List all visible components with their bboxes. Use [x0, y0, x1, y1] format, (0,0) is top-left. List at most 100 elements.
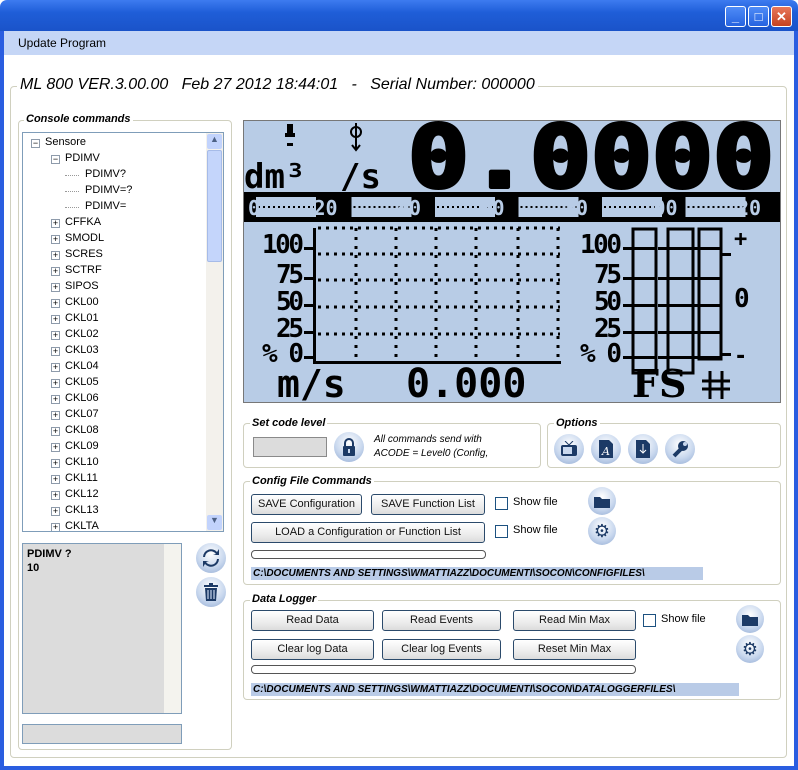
bar-gauge-tick	[658, 331, 693, 334]
expand-icon[interactable]: +	[51, 507, 60, 516]
download-button[interactable]	[628, 434, 658, 464]
log-settings-button[interactable]: ⚙	[736, 635, 764, 663]
expand-icon[interactable]: +	[51, 363, 60, 372]
refresh-button[interactable]	[196, 543, 226, 573]
command-tree[interactable]: ▲ ▼ Sensore − PDIMV − PDIMV? PDIMV=? PDIMV= CFF…	[22, 132, 224, 532]
config-path: C:\DOCUMENTS AND SETTINGS\WMATTIAZZ\DOCU…	[251, 567, 703, 580]
note-line: All commands send with	[374, 434, 482, 445]
save-function-list-button[interactable]: SAVE Function List	[371, 494, 485, 515]
graph-tick	[304, 277, 314, 280]
tree-item[interactable]: CKLTA	[65, 520, 99, 531]
tree-item[interactable]: CKL11	[65, 472, 98, 484]
read-data-button[interactable]: Read Data	[251, 610, 374, 631]
tree-item[interactable]: CKL01	[65, 312, 99, 324]
expand-icon[interactable]: +	[51, 251, 60, 260]
tree-item[interactable]: PDIMV=	[85, 200, 126, 212]
load-configuration-button[interactable]: LOAD a Configuration or Function List	[251, 522, 485, 543]
tree-item[interactable]: CKL08	[65, 424, 99, 436]
open-log-folder-button[interactable]	[736, 605, 764, 633]
tree-item[interactable]: CKL13	[65, 504, 99, 516]
expand-icon[interactable]: +	[51, 283, 60, 292]
lock-button[interactable]	[334, 432, 364, 462]
expand-icon[interactable]: +	[51, 235, 60, 244]
tree-item[interactable]: CKL06	[65, 392, 99, 404]
tree-item[interactable]: PDIMV=?	[85, 184, 132, 196]
open-folder-button[interactable]	[588, 487, 616, 515]
reset-min-max-button[interactable]: Reset Min Max	[513, 639, 636, 660]
expand-icon[interactable]: +	[51, 299, 60, 308]
graph-tick	[304, 331, 314, 334]
scroll-down-icon[interactable]: ▼	[207, 515, 222, 530]
graph-tick	[304, 247, 314, 250]
gear-icon: ⚙	[593, 520, 611, 541]
tree-item[interactable]: CKL10	[65, 456, 99, 468]
tree-item[interactable]: CKL05	[65, 376, 99, 388]
tree-item[interactable]: CKL04	[65, 360, 99, 372]
bar-gauges: 100755025% 0+0-	[580, 227, 750, 375]
expand-icon[interactable]: +	[51, 347, 60, 356]
code-level-input[interactable]	[253, 437, 327, 457]
scroll-thumb[interactable]	[207, 150, 222, 262]
bar-gauge-tick	[658, 277, 693, 280]
expand-icon[interactable]: +	[51, 315, 60, 324]
flow-unit-per-second: /s	[340, 157, 381, 197]
command-input[interactable]	[22, 724, 182, 744]
output-scrollbar[interactable]	[164, 544, 181, 713]
show-file-checkbox-2[interactable]	[495, 525, 508, 538]
read-min-max-button[interactable]: Read Min Max	[513, 610, 636, 631]
tree-item[interactable]: CKL09	[65, 440, 99, 452]
expand-icon[interactable]: +	[51, 475, 60, 484]
bar-gauge-tick	[658, 356, 693, 359]
tree-item[interactable]: SMODL	[65, 232, 104, 244]
tree-item[interactable]: SIPOS	[65, 280, 99, 292]
clear-log-data-button[interactable]: Clear log Data	[251, 639, 374, 660]
show-file-checkbox-1[interactable]	[495, 497, 508, 510]
clear-log-events-button[interactable]: Clear log Events	[382, 639, 501, 660]
tree-item[interactable]: SCTRF	[65, 264, 102, 276]
save-configuration-button[interactable]: SAVE Configuration	[251, 494, 362, 515]
show-file-label: Show file	[661, 613, 706, 625]
tree-item[interactable]: CKL02	[65, 328, 99, 340]
expand-icon[interactable]: +	[51, 267, 60, 276]
expand-icon[interactable]: +	[51, 491, 60, 500]
folder-icon	[594, 496, 610, 508]
tree-item[interactable]: Sensore	[45, 136, 86, 148]
display-button[interactable]	[554, 434, 584, 464]
bar-gauge-tick	[689, 356, 721, 359]
tree-item[interactable]: PDIMV?	[85, 168, 126, 180]
expand-icon[interactable]: +	[51, 331, 60, 340]
config-settings-button[interactable]: ⚙	[588, 517, 616, 545]
tree-item[interactable]: CFFKA	[65, 216, 101, 228]
expand-icon[interactable]: +	[51, 395, 60, 404]
collapse-icon[interactable]: −	[51, 155, 60, 164]
tree-item[interactable]: CKL03	[65, 344, 99, 356]
scroll-up-icon[interactable]: ▲	[207, 134, 222, 149]
minimize-button[interactable]: _	[725, 6, 746, 27]
expand-icon[interactable]: +	[51, 459, 60, 468]
settings-button[interactable]	[665, 434, 695, 464]
expand-icon[interactable]: +	[51, 443, 60, 452]
maximize-button[interactable]: □	[748, 6, 769, 27]
tree-item[interactable]: CKL07	[65, 408, 99, 420]
bar-axis-label: 50	[594, 287, 622, 317]
close-button[interactable]: ✕	[771, 6, 792, 27]
hash-icon	[702, 371, 730, 399]
tree-item[interactable]: PDIMV	[65, 152, 100, 164]
tree-item[interactable]: CKL00	[65, 296, 99, 308]
expand-icon[interactable]: +	[51, 219, 60, 228]
collapse-icon[interactable]: −	[31, 139, 40, 148]
clear-console-button[interactable]	[196, 577, 226, 607]
read-events-button[interactable]: Read Events	[382, 610, 501, 631]
font-button[interactable]: A	[591, 434, 621, 464]
tree-item[interactable]: SCRES	[65, 248, 103, 260]
expand-icon[interactable]: +	[51, 427, 60, 436]
menu-update-program[interactable]: Update Program	[18, 36, 106, 50]
expand-icon[interactable]: +	[51, 411, 60, 420]
tree-scrollbar[interactable]: ▲ ▼	[206, 133, 223, 531]
expand-icon[interactable]: +	[51, 379, 60, 388]
show-file-checkbox-3[interactable]	[643, 614, 656, 627]
bar-axis-label: % 0	[580, 339, 622, 369]
expand-icon[interactable]: +	[51, 523, 60, 531]
tree-item[interactable]: CKL12	[65, 488, 99, 500]
console-output[interactable]: PDIMV ? 10	[22, 543, 182, 714]
